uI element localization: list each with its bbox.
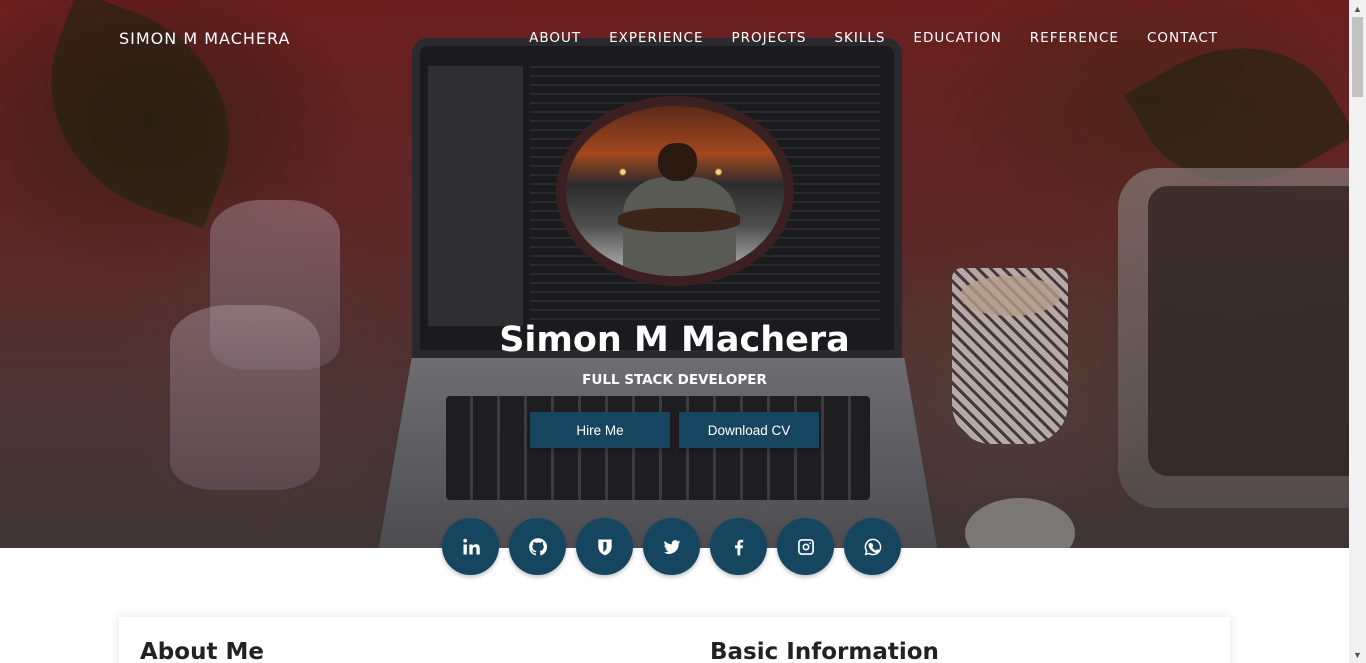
facebook-icon: [734, 539, 743, 555]
nav-about[interactable]: ABOUT: [529, 30, 581, 46]
scroll-down-arrow-icon[interactable]: ▼: [1349, 646, 1366, 663]
scroll-up-arrow-icon[interactable]: ▲: [1349, 0, 1366, 17]
page-scrollbar[interactable]: ▲ ▼: [1349, 0, 1366, 663]
linkedin-icon: [462, 538, 480, 554]
mug-coffee-decor: [960, 276, 1060, 316]
twitter-button[interactable]: [643, 518, 700, 575]
nav-skills[interactable]: SKILLS: [834, 30, 885, 46]
github-icon: [528, 537, 547, 555]
instagram-button[interactable]: [777, 518, 834, 575]
hero-name: Simon M Machera: [499, 320, 850, 360]
scrollbar-thumb[interactable]: [1352, 17, 1363, 97]
download-cv-button[interactable]: Download CV: [679, 412, 819, 448]
whatsapp-button[interactable]: [844, 518, 901, 575]
twitter-icon: [663, 539, 680, 554]
hire-me-button[interactable]: Hire Me: [530, 412, 670, 448]
nav-education[interactable]: EDUCATION: [913, 30, 1001, 46]
main-nav: ABOUT EXPERIENCE PROJECTS SKILLS EDUCATI…: [529, 30, 1218, 46]
avatar: [566, 106, 784, 276]
avatar-frame: [556, 96, 794, 286]
shield-button[interactable]: [576, 518, 633, 575]
basic-info-heading: Basic Information: [710, 639, 939, 663]
mouse-decor: [965, 498, 1075, 548]
hero-title: FULL STACK DEVELOPER: [582, 372, 767, 388]
instagram-icon: [797, 538, 814, 555]
nav-projects[interactable]: PROJECTS: [732, 30, 807, 46]
nav-experience[interactable]: EXPERIENCE: [609, 30, 703, 46]
about-heading: About Me: [140, 639, 264, 663]
nav-reference[interactable]: REFERENCE: [1030, 30, 1119, 46]
linkedin-button[interactable]: [442, 518, 499, 575]
site-brand[interactable]: SIMON M MACHERA: [119, 29, 290, 48]
shield-icon: [597, 539, 612, 555]
facebook-button[interactable]: [710, 518, 767, 575]
nav-contact[interactable]: CONTACT: [1147, 30, 1218, 46]
social-links: [442, 518, 901, 575]
whatsapp-icon: [864, 538, 881, 555]
about-card: About Me Basic Information: [119, 617, 1230, 663]
github-button[interactable]: [509, 518, 566, 575]
